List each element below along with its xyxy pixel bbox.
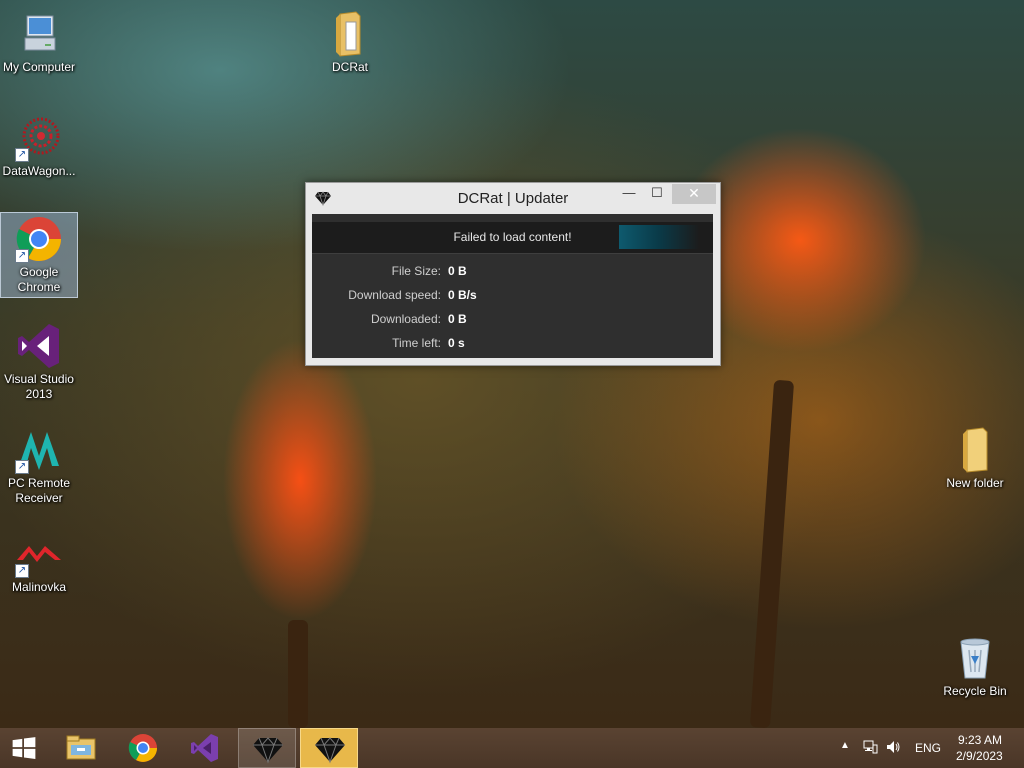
- clock-date[interactable]: 2/9/2023: [956, 749, 1003, 763]
- file-explorer-icon: [66, 735, 96, 760]
- malinovka-icon: ↗: [15, 530, 63, 578]
- clock-time[interactable]: 9:23 AM: [958, 733, 1002, 747]
- field-label: Download speed:: [348, 288, 441, 302]
- shortcut-arrow-icon: ↗: [15, 249, 29, 263]
- datawagon-icon: ↗: [15, 114, 63, 162]
- desktop-icon-label: PC Remote Receiver: [7, 476, 71, 505]
- minimize-button[interactable]: —: [616, 184, 642, 204]
- field-download-speed: Download speed: 0 B/s: [312, 288, 713, 306]
- field-value: 0 s: [448, 336, 465, 350]
- desktop-icon-label: Google Chrome: [17, 265, 61, 294]
- field-value: 0 B: [448, 312, 467, 326]
- shortcut-arrow-icon: ↗: [15, 564, 29, 578]
- folder-icon: [326, 10, 374, 58]
- desktop-icon-dcrat[interactable]: DCRat: [312, 8, 388, 75]
- updater-window[interactable]: DCRat | Updater — ☐ ✕ Failed to load con…: [305, 182, 721, 366]
- desktop-icon-label: New folder: [946, 476, 1004, 490]
- language-indicator[interactable]: ENG: [915, 741, 941, 755]
- pc-remote-icon: ↗: [15, 426, 63, 474]
- chrome-icon: [128, 734, 157, 762]
- desktop-icon-label: Visual Studio 2013: [4, 372, 74, 401]
- field-label: Time left:: [392, 336, 441, 350]
- computer-icon: [15, 10, 63, 58]
- volume-icon[interactable]: [885, 739, 901, 758]
- field-value: 0 B: [448, 264, 467, 278]
- desktop-icon-visual-studio[interactable]: Visual Studio 2013: [1, 320, 77, 402]
- desktop-icon-recycle-bin[interactable]: Recycle Bin: [937, 632, 1013, 699]
- progress-indicator: [619, 225, 699, 249]
- windows-start-icon: [12, 737, 36, 759]
- desktop-icon-label: DCRat: [331, 60, 368, 74]
- taskbar-chrome[interactable]: [114, 728, 172, 768]
- desktop-icon-label: Recycle Bin: [943, 684, 1007, 698]
- desktop-icon-new-folder[interactable]: New folder: [937, 424, 1013, 491]
- desktop-icon-label: DataWagon...: [2, 164, 76, 178]
- maximize-button[interactable]: ☐: [644, 184, 670, 204]
- shortcut-arrow-icon: ↗: [15, 148, 29, 162]
- diamond-icon: [253, 737, 283, 764]
- desktop-icon-malinovka[interactable]: ↗ Malinovka: [1, 528, 77, 595]
- field-downloaded: Downloaded: 0 B: [312, 312, 713, 330]
- taskbar-visual-studio[interactable]: [176, 728, 234, 768]
- chrome-icon: ↗: [15, 215, 63, 263]
- start-button[interactable]: [0, 728, 50, 768]
- desktop-icon-google-chrome[interactable]: ↗ Google Chrome: [0, 212, 78, 298]
- desktop-icon-my-computer[interactable]: My Computer: [1, 8, 77, 75]
- desktop-icon-label: My Computer: [2, 60, 76, 74]
- close-button[interactable]: ✕: [672, 184, 716, 204]
- chevron-up-icon[interactable]: ▲: [840, 740, 850, 751]
- shortcut-arrow-icon: ↗: [15, 460, 29, 474]
- taskbar-dcrat-app[interactable]: [238, 728, 296, 768]
- diamond-icon: [315, 737, 345, 764]
- taskbar-file-explorer[interactable]: [52, 728, 110, 768]
- window-titlebar[interactable]: DCRat | Updater — ☐ ✕: [306, 183, 720, 213]
- taskbar-dcrat-updater[interactable]: [300, 728, 358, 768]
- folder-icon: [951, 426, 999, 474]
- desktop-icon-datawagon[interactable]: ↗ DataWagon...: [1, 112, 77, 179]
- recycle-bin-icon: [951, 634, 999, 682]
- field-time-left: Time left: 0 s: [312, 336, 713, 354]
- window-content: Failed to load content! File Size: 0 B D…: [312, 214, 713, 358]
- desktop-icon-label: Malinovka: [11, 580, 67, 594]
- wallpaper-stem: [288, 620, 308, 728]
- desktop-icon-pc-remote-receiver[interactable]: ↗ PC Remote Receiver: [1, 424, 77, 506]
- field-label: Downloaded:: [370, 312, 441, 326]
- field-value: 0 B/s: [448, 288, 477, 302]
- taskbar: ▲ ENG 9:23 AM 2/9/2023: [0, 728, 1024, 768]
- field-label: File Size:: [391, 264, 441, 278]
- status-bar: Failed to load content!: [312, 222, 713, 254]
- visual-studio-icon: [15, 322, 63, 370]
- network-icon[interactable]: [862, 739, 878, 758]
- desktop: My Computer ↗ DataWagon... ↗ Google Chro…: [0, 0, 1024, 728]
- visual-studio-icon: [191, 734, 218, 762]
- wallpaper-stem: [749, 379, 795, 728]
- field-file-size: File Size: 0 B: [312, 264, 713, 282]
